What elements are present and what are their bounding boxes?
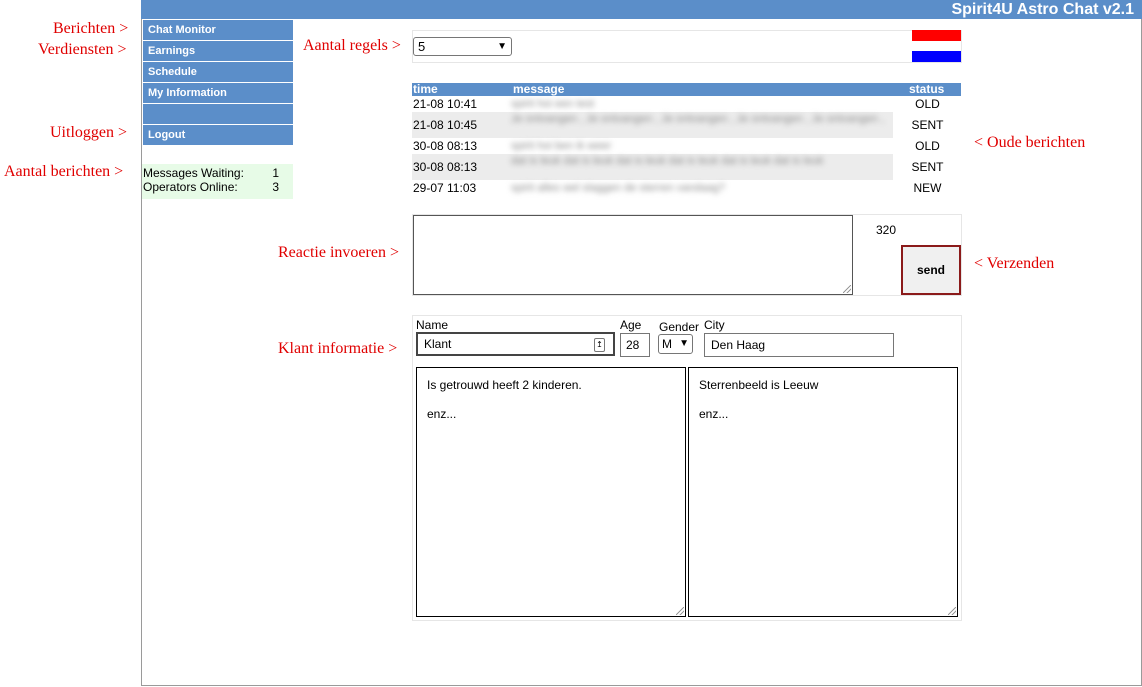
char-counter: 320 <box>876 223 897 237</box>
stat-label: Operators Online: <box>143 180 238 194</box>
age-label: Age <box>620 318 642 332</box>
name-label: Name <box>416 318 449 332</box>
app-title-bar: Spirit4U Astro Chat v2.1 <box>141 0 1142 19</box>
annotation-uitloggen: Uitloggen > <box>50 124 128 141</box>
annotation-reactie-invoeren: Reactie invoeren > <box>278 244 399 261</box>
row-time: 29-07 11:03 <box>413 181 477 195</box>
chevron-down-icon: ▼ <box>497 41 507 52</box>
table-row[interactable]: 21-08 10:41 spirit hoi een test OLD <box>412 97 961 111</box>
row-status: SENT <box>911 118 944 132</box>
city-value: Den Haag <box>711 338 766 352</box>
stat-operators-online: Operators Online: 3 <box>142 180 293 194</box>
row-status: SENT <box>911 160 944 174</box>
nav-blank <box>143 104 293 124</box>
resize-handle[interactable] <box>948 607 956 615</box>
annotation-oude-berichten: < Oude berichten <box>974 134 1086 151</box>
annotation-aantal-regels: Aantal regels > <box>303 37 401 54</box>
stat-label: Messages Waiting: <box>143 166 244 180</box>
row-time: 21-08 10:45 <box>413 118 478 132</box>
col-time: time <box>413 82 438 96</box>
nav-schedule[interactable]: Schedule <box>143 62 293 82</box>
age-field[interactable]: 28 <box>620 333 650 357</box>
row-status: OLD <box>915 97 940 111</box>
row-status: NEW <box>913 181 942 195</box>
flag-red-stripe <box>912 30 961 41</box>
row-time: 30-08 08:13 <box>413 139 478 153</box>
name-field[interactable]: Klant ↥ <box>416 332 615 356</box>
row-status: OLD <box>915 139 940 153</box>
note-line: Sterrenbeeld is Leeuw <box>699 378 819 392</box>
nav-earnings[interactable]: Earnings <box>143 41 293 61</box>
city-label: City <box>704 318 725 332</box>
table-row[interactable]: 29-07 11:03 spirit alles wel slaggen de … <box>412 181 961 195</box>
annotation-klant-informatie: Klant informatie > <box>278 340 398 357</box>
reply-textarea[interactable] <box>413 215 853 295</box>
resize-handle[interactable] <box>843 285 851 293</box>
note-line: enz... <box>699 407 729 421</box>
annotation-verdiensten: Verdiensten > <box>38 41 127 58</box>
gender-label: Gender <box>659 320 700 334</box>
stat-value: 1 <box>272 166 279 180</box>
city-field[interactable]: Den Haag <box>704 333 894 357</box>
col-message: message <box>513 82 565 96</box>
row-message: spirit alles wel slaggen de sterren vand… <box>511 182 726 194</box>
nav-my-information[interactable]: My Information <box>143 83 293 103</box>
note-line: enz... <box>427 407 457 421</box>
stat-messages-waiting: Messages Waiting: 1 <box>142 166 293 180</box>
gender-value: M <box>662 337 672 351</box>
table-row[interactable]: 30-08 08:13 spirit hoi ben ik weer OLD <box>412 139 961 153</box>
annotation-verzenden: < Verzenden <box>974 255 1055 272</box>
row-time: 30-08 08:13 <box>413 160 478 174</box>
table-row[interactable]: 30-08 08:13 dat is leuk dat is leuk dat … <box>412 154 961 180</box>
row-time: 21-08 10:41 <box>413 97 478 111</box>
nav-chat-monitor[interactable]: Chat Monitor <box>143 20 293 40</box>
row-message: dat is leuk dat is leuk dat is leuk dat … <box>511 155 824 167</box>
note-line: Is getrouwd heeft 2 kinderen. <box>427 378 582 392</box>
col-status: status <box>909 82 945 96</box>
nav-logout[interactable]: Logout <box>143 125 293 145</box>
flag-blue-stripe <box>912 51 961 62</box>
send-button[interactable]: send <box>901 245 961 295</box>
client-notes-right[interactable]: Sterrenbeeld is Leeuw enz... <box>688 367 958 617</box>
client-notes-left[interactable]: Is getrouwd heeft 2 kinderen. enz... <box>416 367 686 617</box>
resize-handle[interactable] <box>676 607 684 615</box>
rules-count-select[interactable]: 5 ▼ <box>413 37 512 56</box>
row-message: spirit hoi een test <box>511 98 595 110</box>
row-message: Je ontvangen , Je ontvangen , Je ontvang… <box>511 113 885 125</box>
name-value: Klant <box>424 337 452 351</box>
stat-value: 3 <box>272 180 279 194</box>
row-message: spirit hoi ben ik weer <box>511 140 612 152</box>
contact-card-icon: ↥ <box>594 338 605 352</box>
table-row[interactable]: 21-08 10:45 Je ontvangen , Je ontvangen … <box>412 112 961 138</box>
rules-count-value: 5 <box>418 39 426 54</box>
stats-panel: Messages Waiting: 1 Operators Online: 3 <box>142 164 293 199</box>
annotation-berichten: Berichten > <box>53 20 129 37</box>
message-table-header: time message status <box>412 83 961 96</box>
annotation-aantal-berichten: Aantal berichten > <box>4 163 124 180</box>
chevron-down-icon: ▼ <box>679 338 689 349</box>
age-value: 28 <box>626 338 640 352</box>
gender-select[interactable]: M ▼ <box>658 334 693 354</box>
